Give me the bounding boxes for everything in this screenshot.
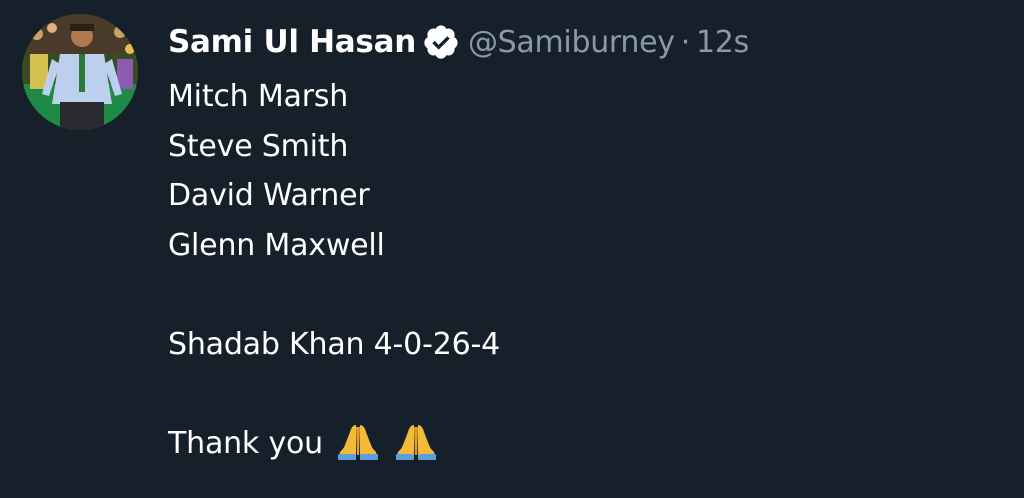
tweet-line: Steve Smith	[168, 128, 349, 164]
thank-you-text: Thank you	[168, 425, 323, 461]
tweet-timestamp[interactable]: 12s	[696, 25, 749, 60]
tweet-card[interactable]: Sami Ul Hasan @Samiburney · 12s Mitch Ma…	[0, 0, 1024, 498]
separator-dot: ·	[680, 24, 691, 60]
tweet-line-thanks: Thank you	[168, 419, 500, 469]
tweet-text: Mitch Marsh Steve Smith David Warner Gle…	[168, 72, 500, 468]
folded-hands-icon	[394, 421, 438, 461]
author-name[interactable]: Sami Ul Hasan	[168, 24, 416, 60]
tweet-line: David Warner	[168, 178, 370, 213]
tweet-line: Shadab Khan 4-0-26-4	[168, 326, 500, 362]
author-handle[interactable]: @Samiburney	[468, 25, 675, 60]
tweet-line: Glenn Maxwell	[168, 227, 385, 263]
tweet-line: Mitch Marsh	[168, 79, 349, 114]
tweet-header: Sami Ul Hasan @Samiburney · 12s	[168, 20, 749, 64]
folded-hands-icon	[336, 421, 380, 461]
avatar-image	[22, 14, 138, 130]
verified-badge-icon	[422, 23, 460, 61]
avatar[interactable]	[22, 14, 138, 130]
